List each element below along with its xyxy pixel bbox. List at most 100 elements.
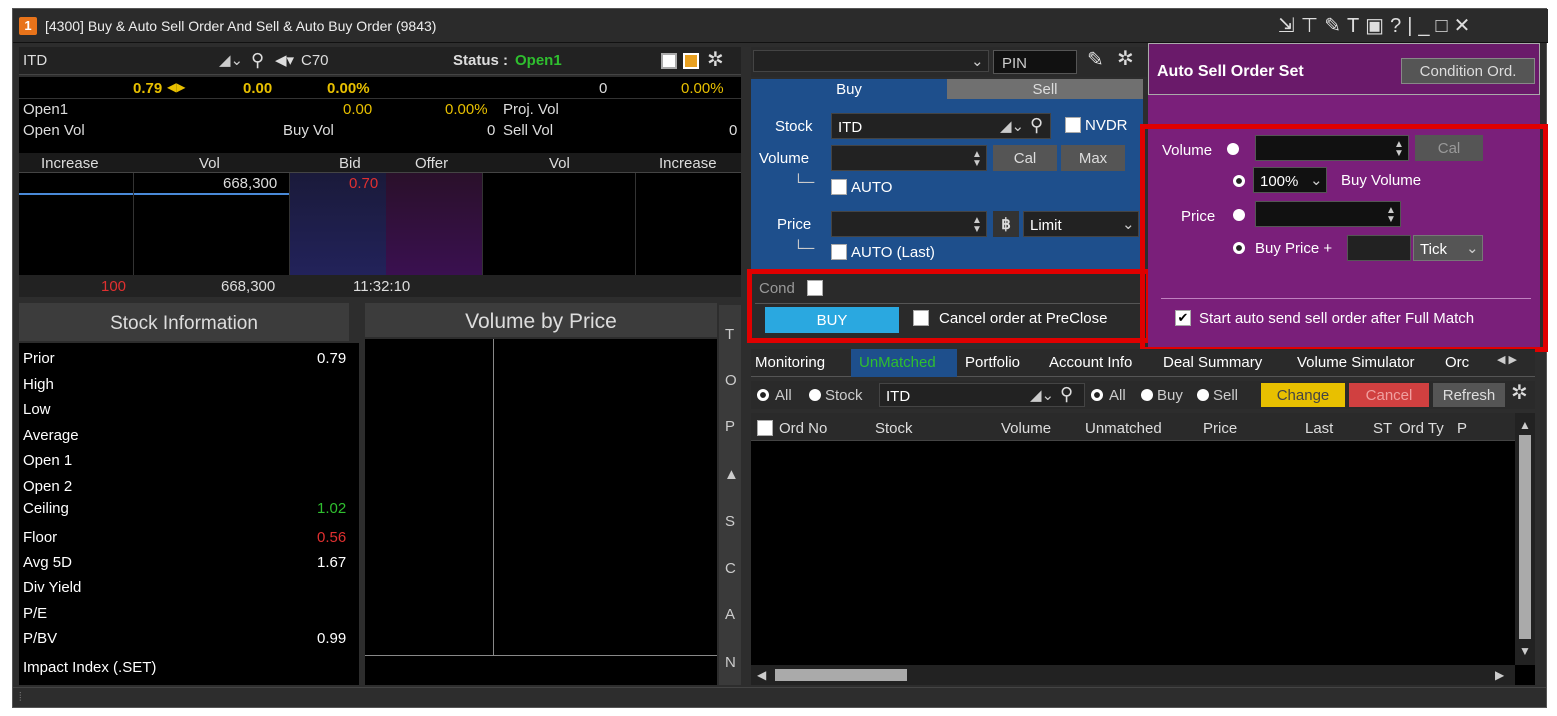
sell-radio[interactable]	[1197, 389, 1209, 401]
stock-filter-input[interactable]: ITD ◢⌄ ⚲	[879, 383, 1085, 407]
settings-gear-icon[interactable]: ✲	[1511, 383, 1528, 403]
side-tab[interactable]: C	[725, 561, 736, 576]
tab-monitoring[interactable]: Monitoring	[755, 355, 825, 370]
cancel-button[interactable]: Cancel	[1349, 383, 1429, 407]
stepper-icon[interactable]: ▲ ▼	[972, 150, 982, 169]
condition-order-button[interactable]: Condition Ord.	[1401, 58, 1535, 84]
chevron-down-icon[interactable]: ⌄	[971, 54, 984, 69]
column-header[interactable]: ST	[1373, 421, 1392, 436]
column-header[interactable]: Stock	[875, 421, 913, 436]
info-value: 1.02	[317, 500, 347, 517]
scroll-right-icon[interactable]: ▶	[1495, 669, 1504, 681]
minimize-icon[interactable]: _	[1418, 15, 1435, 37]
price-input[interactable]: ▲ ▼	[831, 211, 987, 237]
vertical-scrollbar[interactable]: ▲ ▼	[1515, 413, 1535, 665]
tab-scroll-icon[interactable]: ◀ ▶	[1497, 355, 1517, 366]
layout-icon-2[interactable]	[683, 53, 699, 69]
tab-unmatched[interactable]: UnMatched	[851, 349, 957, 377]
brush-icon[interactable]: ✎	[1324, 15, 1347, 37]
nvdr-checkbox[interactable]	[1065, 117, 1081, 133]
account-select[interactable]	[753, 50, 989, 72]
settings-gear-icon[interactable]: ✲	[1117, 49, 1134, 69]
column-header[interactable]: Unmatched	[1085, 421, 1162, 436]
speaker-icon[interactable]: ◀▾	[275, 53, 294, 68]
symbol-field[interactable]: ITD	[23, 53, 237, 71]
tab-deal-summary[interactable]: Deal Summary	[1163, 355, 1262, 370]
tab-volume-simulator[interactable]: Volume Simulator	[1297, 355, 1415, 370]
chevron-down-icon[interactable]: ◢⌄	[1000, 119, 1024, 134]
column-header[interactable]: Volume	[1001, 421, 1051, 436]
stock-radio[interactable]	[809, 389, 821, 401]
horizontal-scrollbar[interactable]: ◀ ▶	[751, 665, 1515, 685]
depth-header: Bid	[339, 155, 361, 172]
tab-sell[interactable]: Sell	[947, 79, 1143, 99]
side-tab[interactable]: ▲	[724, 467, 739, 482]
maximize-icon[interactable]: □	[1436, 15, 1454, 37]
help-icon[interactable]: ?	[1390, 15, 1407, 37]
cal-button[interactable]: Cal	[993, 145, 1057, 171]
search-icon[interactable]: ⚲	[251, 51, 264, 69]
volume-input[interactable]: ▲ ▼	[831, 145, 987, 171]
column-header[interactable]: Last	[1305, 421, 1333, 436]
last-arrow-icon: ◀▶	[167, 80, 186, 94]
auto-volume-checkbox[interactable]	[831, 179, 847, 195]
stock-input[interactable]: ITD ◢⌄ ⚲	[831, 113, 1051, 139]
search-icon[interactable]: ⚲	[1030, 116, 1043, 134]
pin-input[interactable]: PIN	[993, 50, 1077, 74]
tab-buy[interactable]: Buy	[751, 79, 947, 99]
max-button[interactable]: Max	[1061, 145, 1125, 171]
window-controls[interactable]: ⇲⊤✎T▣?|_□✕	[1278, 16, 1476, 36]
depth-footer: 100 668,300 11:32:10	[19, 275, 741, 297]
auto-last-checkbox[interactable]	[831, 244, 847, 260]
stepper-icon[interactable]: ▲ ▼	[972, 216, 982, 235]
pin-top-icon[interactable]: ⊤	[1301, 15, 1324, 37]
column-header[interactable]: Ord Ty	[1399, 421, 1444, 436]
panel-icon[interactable]: ▣	[1365, 15, 1390, 37]
info-label: Ceiling	[23, 500, 69, 517]
all-side-radio[interactable]	[1091, 389, 1103, 401]
edit-icon[interactable]: ✎	[1087, 50, 1104, 70]
all-radio[interactable]	[757, 389, 769, 401]
column-header[interactable]: Ord No	[779, 421, 827, 436]
info-value: 0.79	[317, 350, 347, 367]
close-icon[interactable]: ✕	[1454, 15, 1477, 37]
scroll-left-icon[interactable]: ◀	[757, 669, 766, 681]
tab-order[interactable]: Orc	[1445, 355, 1469, 370]
quote-summary: 0.79 ◀▶ 0.00 0.00% 0 0.00% Open1 0.00 0.…	[19, 77, 741, 153]
depth-table: Increase Vol Bid Offer Vol Increase 668,…	[19, 153, 741, 275]
side-tab[interactable]: A	[725, 607, 735, 622]
symbol-dropdown-icon[interactable]: ◢⌄	[219, 53, 243, 68]
info-label: Div Yield	[23, 579, 82, 596]
link-icon[interactable]: ⇲	[1278, 15, 1301, 37]
refresh-button[interactable]: Refresh	[1433, 383, 1505, 407]
text-icon[interactable]: T	[1347, 15, 1365, 37]
vbp-side-tabs[interactable]: T O P ▲ S C A N	[719, 305, 741, 685]
chevron-down-icon[interactable]: ◢⌄	[1030, 388, 1054, 403]
column-header[interactable]: Price	[1203, 421, 1237, 436]
search-icon[interactable]: ⚲	[1060, 385, 1073, 403]
tab-portfolio[interactable]: Portfolio	[965, 355, 1020, 370]
side-tab[interactable]: S	[725, 514, 735, 529]
auto-sell-header: Auto Sell Order Set Condition Ord.	[1148, 43, 1540, 95]
layout-icon-1[interactable]	[661, 53, 677, 69]
select-all-checkbox[interactable]	[757, 420, 773, 436]
tab-account-info[interactable]: Account Info	[1049, 355, 1132, 370]
bid-bar	[19, 193, 289, 195]
side-tab[interactable]: T	[725, 327, 734, 342]
side-tab[interactable]: P	[725, 419, 735, 434]
side-tab[interactable]: O	[725, 373, 737, 388]
h-scroll-thumb[interactable]	[775, 669, 907, 681]
chevron-down-icon[interactable]: ⌄	[1122, 217, 1135, 232]
column-header[interactable]: P	[1457, 421, 1467, 436]
settings-gear-icon[interactable]: ✲	[707, 50, 724, 70]
baht-icon[interactable]: ฿	[993, 211, 1019, 237]
side-tab[interactable]: N	[725, 655, 736, 670]
scroll-up-icon[interactable]: ▲	[1519, 419, 1531, 431]
scroll-thumb[interactable]	[1519, 435, 1531, 639]
scroll-down-icon[interactable]: ▼	[1519, 645, 1531, 657]
price-type-select[interactable]: Limit ⌄	[1023, 211, 1139, 237]
change-button[interactable]: Change	[1261, 383, 1345, 407]
buy-radio[interactable]	[1141, 389, 1153, 401]
resize-grip-icon[interactable]: ⦙	[19, 691, 22, 703]
info-label: Low	[23, 401, 51, 418]
